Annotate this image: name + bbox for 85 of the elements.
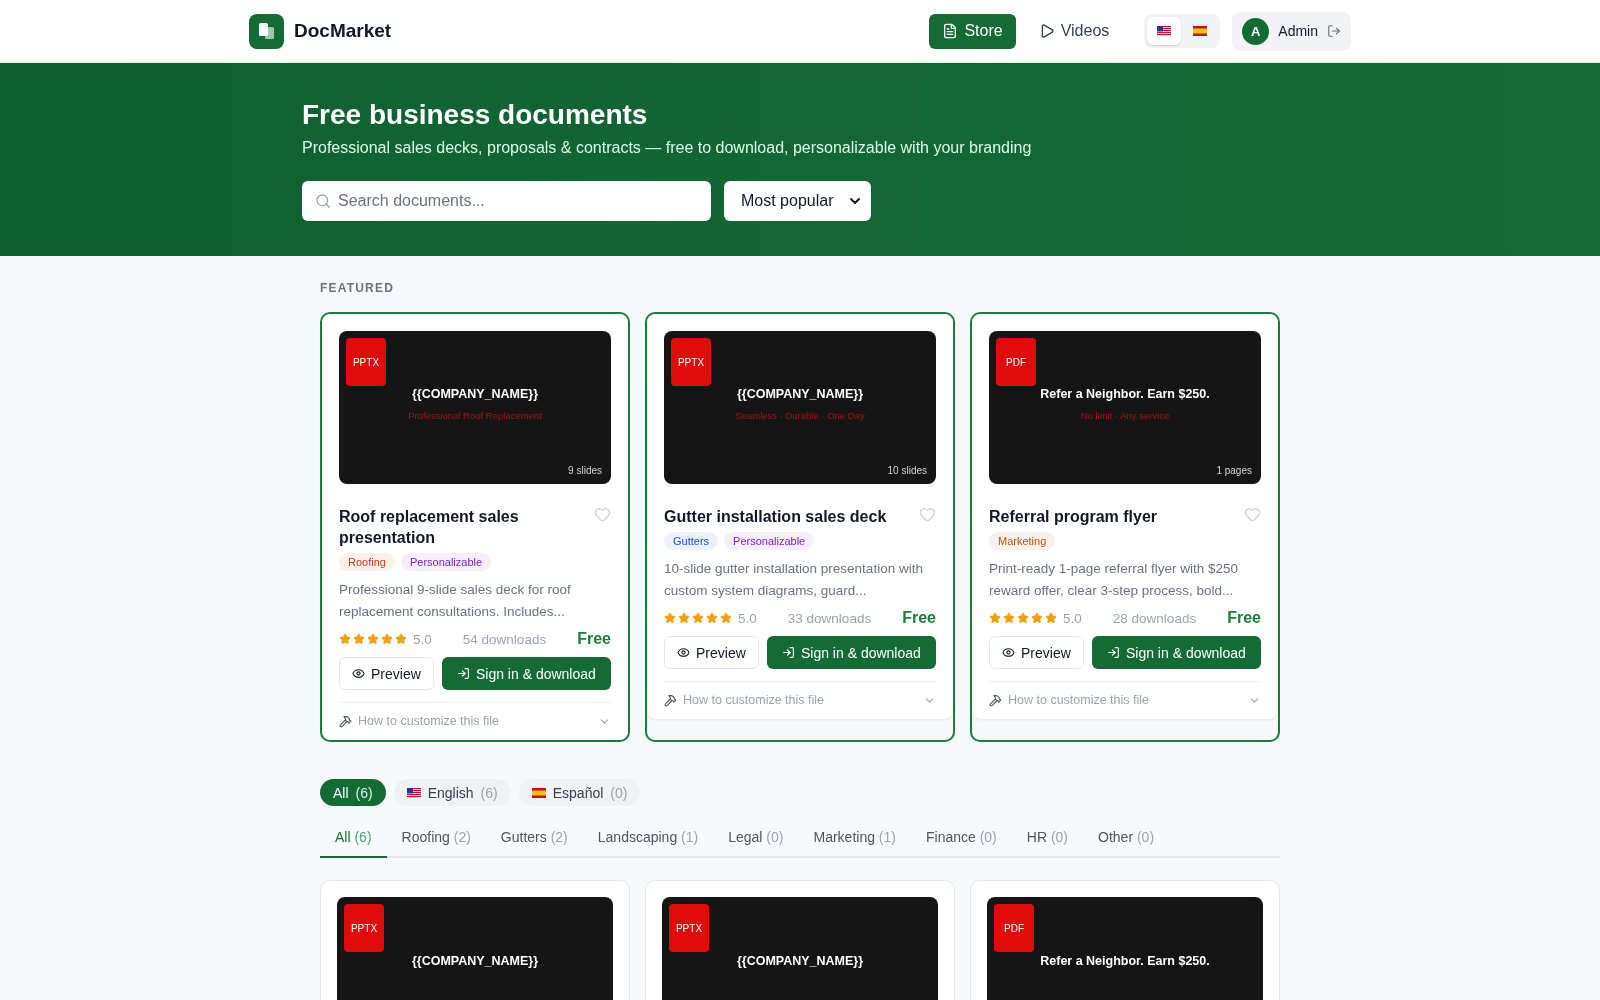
page-count: 9 slides bbox=[568, 465, 602, 476]
preview-title: {{COMPANY_NAME}} bbox=[411, 954, 539, 968]
preview-subtitle: No limit · Any service bbox=[1080, 410, 1170, 421]
sign-in-icon bbox=[456, 667, 470, 680]
preview-title: Refer a Neighbor. Earn $250. bbox=[1040, 387, 1210, 401]
preview-button[interactable]: Preview bbox=[989, 636, 1084, 669]
category-tag: Roofing bbox=[339, 553, 395, 571]
download-button[interactable]: Sign in & download bbox=[441, 657, 611, 690]
download-count: 54 downloads bbox=[462, 631, 547, 647]
language-filter[interactable]: Español (0) bbox=[518, 779, 641, 806]
flag-icon bbox=[1193, 26, 1208, 36]
category-tab[interactable]: Legal (0) bbox=[713, 820, 799, 858]
flag-icon bbox=[531, 787, 546, 798]
user-name: Admin bbox=[1278, 23, 1318, 39]
download-count: 33 downloads bbox=[787, 610, 872, 626]
eye-icon bbox=[352, 667, 365, 680]
user-menu[interactable]: A Admin bbox=[1232, 11, 1351, 51]
section-label: FEATURED bbox=[320, 281, 396, 295]
category-tag: Gutters bbox=[664, 532, 719, 550]
price: Free bbox=[902, 609, 936, 627]
flag-icon bbox=[406, 787, 421, 798]
sign-in-icon bbox=[1106, 646, 1120, 659]
sign-in-icon bbox=[781, 646, 795, 659]
download-count: 28 downloads bbox=[1112, 610, 1197, 626]
format-badge: PPTX bbox=[344, 904, 384, 952]
hero-subtitle: Professional sales decks, proposals & contracts — free to download, personalizable with your branding bbox=[302, 139, 1033, 157]
preview-button[interactable]: Preview bbox=[339, 657, 434, 690]
format-badge: PDF bbox=[994, 904, 1034, 952]
eye-icon bbox=[1002, 646, 1015, 659]
hammer-icon bbox=[339, 714, 352, 728]
hammer-icon bbox=[989, 693, 1002, 707]
document-icon bbox=[942, 23, 959, 39]
format-badge: PPTX bbox=[671, 338, 711, 386]
rating-value: 5.0 bbox=[1063, 610, 1082, 626]
format-badge: PPTX bbox=[669, 904, 709, 952]
logo-icon bbox=[249, 13, 284, 49]
language-button[interactable] bbox=[1147, 17, 1182, 45]
category-tab[interactable]: Marketing (1) bbox=[798, 820, 911, 858]
search-icon bbox=[315, 193, 331, 209]
category-tab[interactable]: Gutters (2) bbox=[485, 820, 583, 858]
category-tab[interactable]: HR (0) bbox=[1011, 820, 1084, 858]
search-field[interactable]: Search documents... bbox=[302, 181, 711, 221]
category-tab[interactable]: Landscaping (1) bbox=[582, 820, 714, 858]
card-title: Roof replacement sales presentation bbox=[339, 507, 520, 548]
preview-subtitle: Seamless · Durable · One Day bbox=[735, 410, 865, 421]
store-tab[interactable]: Store bbox=[929, 13, 1016, 49]
price: Free bbox=[1227, 609, 1261, 627]
format-badge: PDF bbox=[996, 338, 1036, 386]
preview-title: {{COMPANY_NAME}} bbox=[736, 387, 864, 401]
rating-value: 5.0 bbox=[738, 610, 757, 626]
download-button[interactable]: Sign in & download bbox=[1091, 636, 1261, 669]
card-description: Professional 9-slide sales deck for roof replacement consultations. Includes... bbox=[339, 581, 572, 621]
language-filter[interactable]: All (6) bbox=[320, 779, 386, 806]
category-tab[interactable]: Finance (0) bbox=[910, 820, 1012, 858]
category-tab[interactable]: All (6) bbox=[320, 820, 387, 858]
card-title: Referral program flyer bbox=[989, 507, 1158, 527]
videos-tab[interactable]: Videos bbox=[1025, 13, 1123, 49]
sort-dropdown[interactable]: Most popular bbox=[724, 181, 871, 221]
page-count: 10 slides bbox=[887, 465, 927, 476]
preview-title: {{COMPANY_NAME}} bbox=[411, 387, 539, 401]
page-count: 1 pages bbox=[1216, 465, 1252, 476]
brand-name: DocMarket bbox=[294, 20, 392, 42]
hero-title: Free business documents bbox=[302, 99, 649, 131]
eye-icon bbox=[677, 646, 690, 659]
rating-value: 5.0 bbox=[413, 631, 432, 647]
preview-subtitle: Professional Roof Replacement bbox=[408, 410, 542, 421]
category-tag: Personalizable bbox=[724, 532, 815, 550]
category-tag: Marketing bbox=[989, 532, 1056, 550]
hammer-icon bbox=[664, 693, 677, 707]
card-description: 10-slide gutter installation presentation with custom system diagrams, guard... bbox=[664, 560, 924, 600]
preview-title: Refer a Neighbor. Earn $250. bbox=[1040, 954, 1210, 968]
category-tab[interactable]: Other (0) bbox=[1083, 820, 1170, 858]
logout-icon[interactable] bbox=[1327, 24, 1341, 38]
category-tab[interactable]: Roofing (2) bbox=[386, 820, 486, 858]
card-description: Print-ready 1-page referral flyer with $250 reward offer, clear 3-step process, bold... bbox=[989, 560, 1240, 600]
preview-title: {{COMPANY_NAME}} bbox=[736, 954, 864, 968]
download-button[interactable]: Sign in & download bbox=[766, 636, 936, 669]
price: Free bbox=[577, 630, 611, 648]
format-badge: PPTX bbox=[346, 338, 386, 386]
language-filter[interactable]: English (6) bbox=[393, 779, 511, 806]
flag-icon bbox=[1157, 26, 1172, 36]
user-avatar: A bbox=[1242, 17, 1270, 45]
category-tag: Personalizable bbox=[400, 553, 492, 571]
card-title: Gutter installation sales deck bbox=[664, 507, 887, 527]
preview-button[interactable]: Preview bbox=[664, 636, 759, 669]
